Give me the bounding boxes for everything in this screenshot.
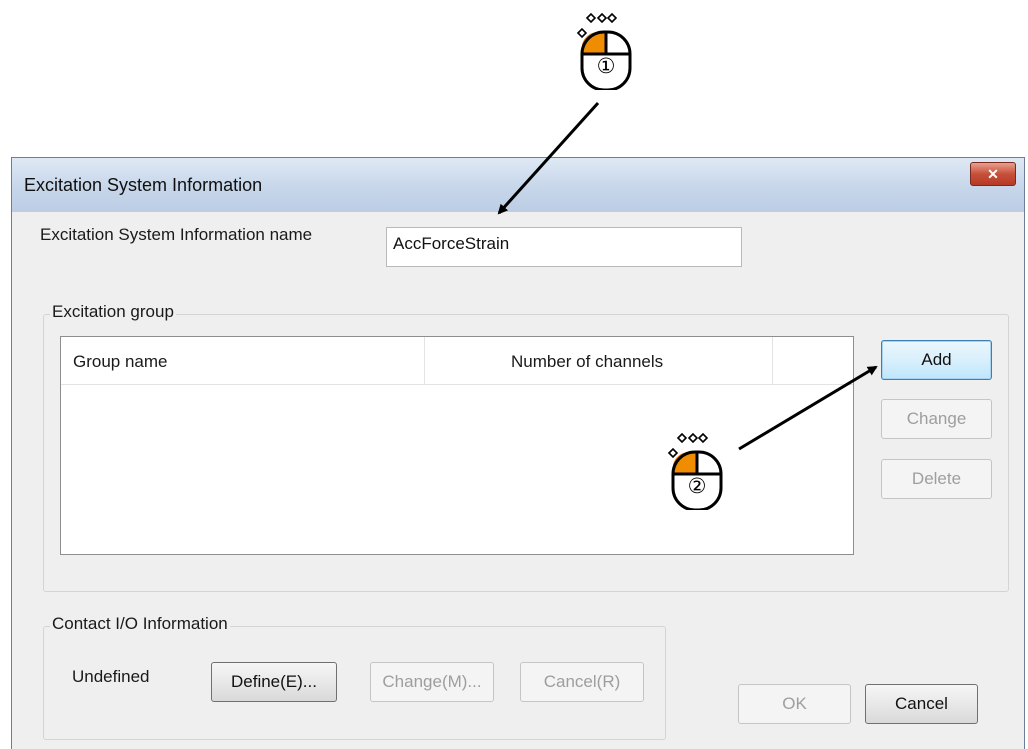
delete-button[interactable]: Delete: [881, 459, 992, 499]
cancel-button[interactable]: Cancel: [865, 684, 978, 724]
excitation-system-dialog: Excitation System Information ✕ Excitati…: [11, 157, 1025, 749]
mouse-click-indicator-2: ②: [665, 430, 725, 512]
excitation-group-caption: Excitation group: [50, 302, 176, 322]
close-x-icon: ✕: [987, 166, 999, 182]
add-button[interactable]: Add: [881, 340, 992, 380]
column-header-group-name[interactable]: Group name: [61, 337, 425, 384]
step-number-2: ②: [687, 474, 707, 498]
ok-button[interactable]: OK: [738, 684, 851, 724]
mouse-click-indicator-1: ①: [574, 10, 634, 92]
group-list[interactable]: Group name Number of channels: [60, 336, 854, 555]
step-number-1: ①: [596, 54, 616, 78]
contact-cancel-button[interactable]: Cancel(R): [520, 662, 644, 702]
dialog-client-area: Excitation System Information name AccFo…: [17, 212, 1019, 749]
dialog-title: Excitation System Information: [24, 175, 263, 195]
contact-io-caption: Contact I/O Information: [50, 614, 230, 634]
mouse-left-click-icon: [667, 432, 723, 512]
column-header-number-of-channels[interactable]: Number of channels: [425, 337, 773, 384]
group-list-header: Group name Number of channels: [61, 337, 853, 385]
change-button[interactable]: Change: [881, 399, 992, 439]
column-header-empty[interactable]: [773, 337, 853, 384]
contact-change-button[interactable]: Change(M)...: [370, 662, 494, 702]
name-label: Excitation System Information name: [40, 225, 313, 244]
close-button[interactable]: ✕: [970, 162, 1016, 186]
define-button[interactable]: Define(E)...: [211, 662, 337, 702]
mouse-left-click-icon: [576, 12, 632, 92]
name-input[interactable]: AccForceStrain: [386, 227, 742, 267]
contact-io-status: Undefined: [72, 667, 150, 686]
title-bar: Excitation System Information ✕: [12, 158, 1024, 212]
